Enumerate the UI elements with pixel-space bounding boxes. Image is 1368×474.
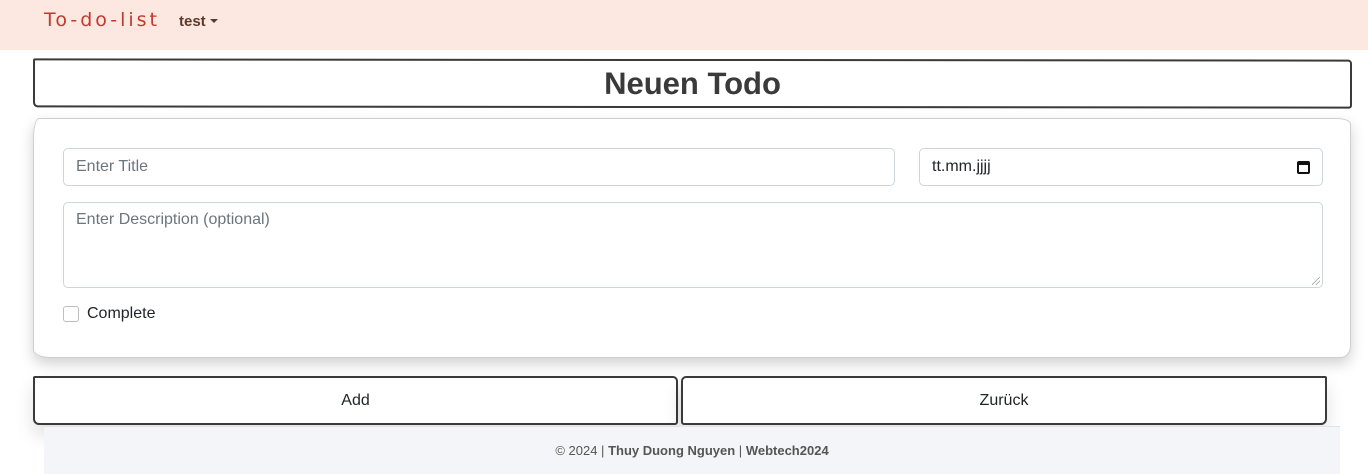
description-placeholder: Enter Description (optional) — [76, 211, 270, 228]
footer-project: Webtech2024 — [745, 443, 829, 458]
back-button[interactable]: Zurück — [681, 376, 1327, 425]
navbar: To-do-list test — [0, 0, 1368, 50]
todo-form-card: Enter Title tt.mm.jjjj Enter Description… — [33, 118, 1351, 358]
user-dropdown-toggle[interactable]: test — [179, 13, 218, 30]
brand-logo-link[interactable]: To-do-list — [44, 9, 160, 31]
add-button[interactable]: Add — [33, 376, 678, 425]
resize-grip-icon[interactable] — [1312, 277, 1320, 285]
complete-label[interactable]: Complete — [87, 305, 155, 323]
caret-down-icon — [209, 19, 218, 23]
user-name: test — [179, 13, 206, 30]
footer-copyright: © 2024 | — [555, 443, 605, 458]
due-date-input[interactable]: tt.mm.jjjj — [919, 148, 1323, 186]
footer-separator: | — [738, 443, 743, 458]
page-title-box: Neuen Todo — [32, 58, 1353, 109]
title-input-placeholder: Enter Title — [76, 158, 149, 175]
description-textarea[interactable]: Enter Description (optional) — [63, 202, 1323, 288]
due-date-value: tt.mm.jjjj — [932, 158, 991, 175]
page-title: Neuen Todo — [604, 65, 781, 102]
footer-author: Thuy Duong Nguyen — [608, 443, 736, 458]
complete-checkbox-row: Complete — [63, 305, 155, 323]
title-input[interactable]: Enter Title — [63, 148, 895, 186]
footer: © 2024 | Thuy Duong Nguyen | Webtech2024 — [44, 426, 1340, 474]
calendar-icon[interactable] — [1297, 160, 1310, 174]
complete-checkbox[interactable] — [63, 306, 79, 322]
